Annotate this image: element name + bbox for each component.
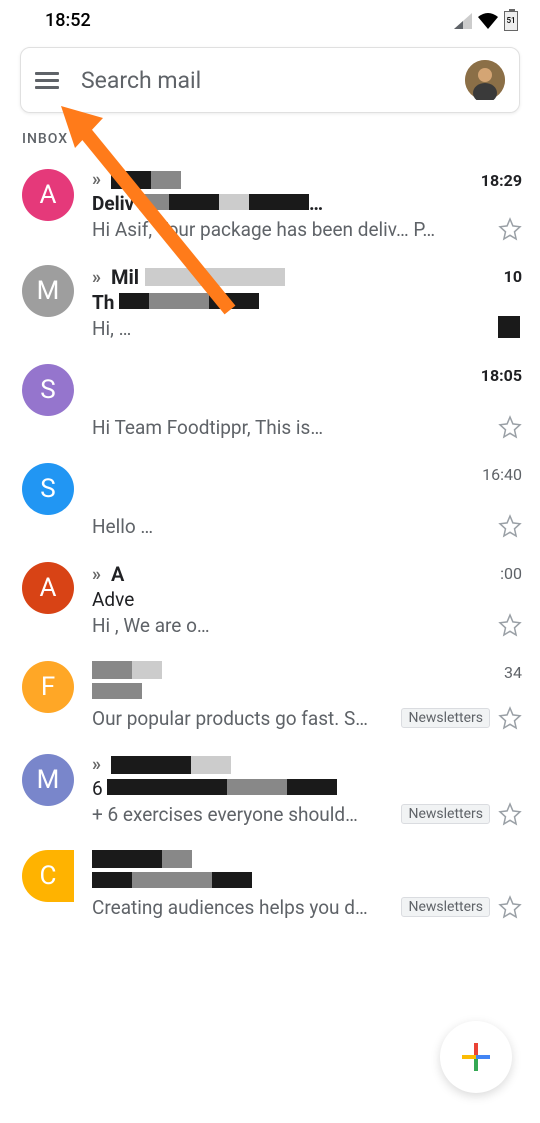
email-snippet: Creating audiences helps you d… [92,896,393,919]
email-snippet: Hi Team Foodtippr, This is… [92,416,490,439]
sender-avatar: S [22,463,74,515]
star-icon[interactable] [498,316,522,340]
sender-avatar: A [22,169,74,221]
email-subject: Adve [92,588,522,611]
email-time: :00 [500,564,522,583]
email-item[interactable]: A » A :00 Adve Hi , We are o… [0,550,540,649]
email-subject [92,681,522,704]
email-subject: 6 [92,777,522,800]
email-sender: A [111,562,124,586]
signal-icon [454,13,472,29]
status-icons: 51 [454,11,518,31]
email-snippet: Hi Asif, Your package has been deliv… P… [92,218,490,241]
sender-avatar: F [22,661,74,713]
importance-chevrons-icon: » [92,754,101,775]
wifi-icon [478,13,498,29]
email-subject [92,870,522,893]
email-sender: Mil [111,265,139,289]
sender-avatar: S [22,364,74,416]
plus-icon [458,1039,494,1075]
email-list: A » 18:29 Deliv … Hi Asif, Your package … [0,157,540,931]
compose-button[interactable] [440,1021,512,1093]
category-label: Newsletters [401,708,490,728]
sender-avatar: C [22,850,74,902]
account-avatar[interactable] [465,60,505,100]
email-subject: Th [92,291,522,314]
importance-chevrons-icon: » [92,169,101,190]
email-subject: Deliv … [92,192,522,215]
email-time: 34 [504,663,522,682]
importance-chevrons-icon: » [92,267,101,288]
email-snippet: Hi , We are o… [92,614,490,637]
inbox-label: INBOX [0,131,540,157]
email-time: 10 [504,267,522,286]
star-icon[interactable] [498,514,522,538]
email-item[interactable]: S 18:05 Hi Team Foodtippr, This is… [0,352,540,451]
star-icon[interactable] [498,415,522,439]
email-item[interactable]: C Creating audiences helps you d… Newsle… [0,838,540,931]
email-item[interactable]: A » 18:29 Deliv … Hi Asif, Your package … [0,157,540,253]
sender-avatar: M [22,754,74,806]
category-label: Newsletters [401,897,490,917]
email-subject [92,390,522,413]
email-snippet: Hi, … [92,317,490,340]
email-time: 18:05 [481,366,522,385]
category-label: Newsletters [401,804,490,824]
star-icon[interactable] [498,706,522,730]
battery-icon: 51 [504,11,518,31]
star-icon[interactable] [498,802,522,826]
email-time: 16:40 [482,465,522,484]
email-subject [92,489,522,512]
email-snippet: Hello … [92,515,490,538]
star-icon[interactable] [498,895,522,919]
email-item[interactable]: S 16:40 Hello … [0,451,540,550]
email-snippet: Our popular products go fast. S… [92,707,393,730]
email-sender [92,364,97,388]
email-sender [92,463,97,487]
email-item[interactable]: M » Mil 10 Th Hi, … [0,253,540,352]
email-item[interactable]: M » 6 + 6 exercises everyone should… New… [0,742,540,838]
status-bar: 18:52 51 [0,0,540,37]
email-snippet: + 6 exercises everyone should… [92,803,393,826]
status-time: 18:52 [45,10,91,31]
sender-avatar: M [22,265,74,317]
email-time: 18:29 [481,171,522,190]
star-icon[interactable] [498,217,522,241]
search-placeholder[interactable]: Search mail [81,67,465,94]
importance-chevrons-icon: » [92,564,101,585]
sender-avatar: A [22,562,74,614]
menu-icon[interactable] [35,72,59,89]
search-bar[interactable]: Search mail [20,47,520,113]
star-icon[interactable] [498,613,522,637]
email-item[interactable]: F 34 Our popular products go fast. S… Ne… [0,649,540,742]
